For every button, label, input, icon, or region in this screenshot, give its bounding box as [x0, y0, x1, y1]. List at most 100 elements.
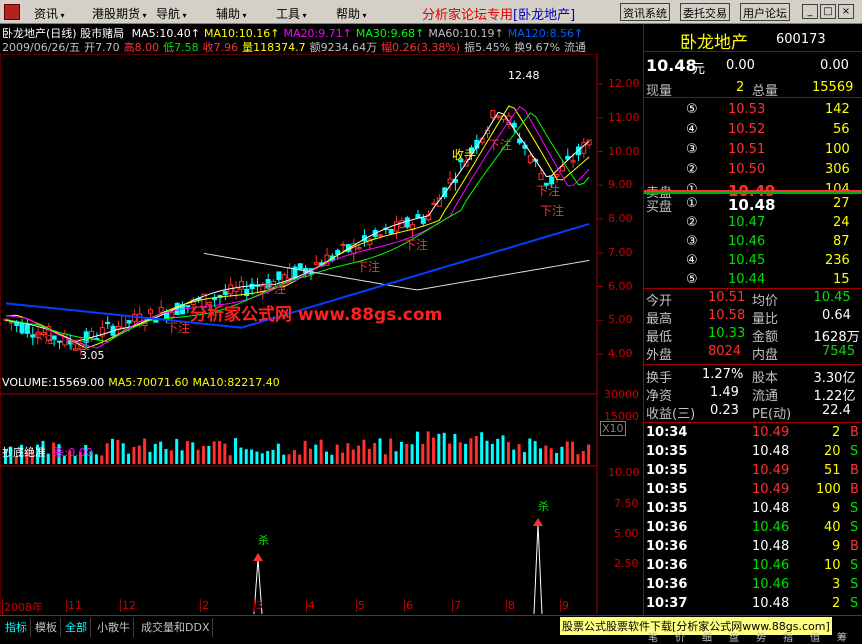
bottom-small-tab[interactable]: 势: [756, 629, 766, 644]
volume-bar: [517, 444, 521, 464]
volume-bar: [341, 452, 345, 464]
volume-bar: [506, 441, 510, 464]
kline-svg: [0, 54, 603, 614]
menu-navigate[interactable]: 导航: [156, 5, 187, 22]
menu-assist[interactable]: 辅助: [216, 5, 247, 22]
volume-bar: [415, 431, 419, 464]
forum-button[interactable]: 用户论坛: [740, 3, 790, 21]
time-axis-label: 9: [560, 599, 569, 612]
bid-level: ④: [686, 253, 698, 268]
tick-volume: 9: [832, 539, 841, 554]
tick-price: 10.49: [752, 482, 790, 497]
volume-bar: [191, 442, 195, 464]
bottom-small-tab[interactable]: 盘: [729, 629, 739, 644]
menu-news[interactable]: 资讯: [34, 5, 65, 22]
volume-bar: [485, 440, 489, 464]
bottom-small-tab[interactable]: 筹: [837, 629, 847, 644]
stat-value: 10.58: [708, 308, 746, 323]
bid-level: ③: [686, 234, 698, 249]
stock-code: 600173: [776, 32, 826, 47]
tab-template[interactable]: 模板: [32, 618, 61, 637]
price-unit: 元: [692, 62, 706, 77]
candle-body: [570, 160, 576, 163]
volume-bar: [480, 432, 484, 464]
candle-body: [554, 173, 560, 177]
volume-bar: [330, 454, 334, 464]
candle-body: [394, 221, 400, 232]
panel-divider: [644, 422, 862, 423]
trade-button[interactable]: 委托交易: [680, 3, 730, 21]
bottom-small-tab[interactable]: 细: [702, 629, 712, 644]
volume-bar: [153, 443, 157, 464]
menu-help[interactable]: 帮助: [336, 5, 367, 22]
volume-bar: [159, 441, 163, 464]
tab-small-bull[interactable]: 小散牛: [94, 618, 134, 637]
tick-row: 10:36 10.48 9 B: [644, 539, 862, 557]
tab-all[interactable]: 全部: [62, 618, 91, 637]
volume-bar: [169, 450, 173, 464]
ask-price: 10.50: [728, 162, 766, 177]
ask-row: ③ 10.51 100: [644, 142, 862, 160]
signal-label: 下注: [166, 321, 191, 335]
volume-bar: [458, 442, 462, 464]
tick-row: 10:35 10.49 100 B: [644, 482, 862, 500]
stat-value: 1.49: [710, 385, 739, 400]
stat2-row: 收益(三) 0.23 PE(动) 22.4: [644, 403, 862, 422]
volume-bar: [560, 446, 564, 464]
volume-bar: [367, 448, 371, 464]
volume-bar: [528, 438, 532, 464]
candle-body: [276, 271, 282, 280]
price-change-pct: 0.00: [820, 58, 849, 73]
volume-bar: [132, 446, 136, 464]
tick-time: 10:35: [646, 482, 688, 497]
bottom-small-tab[interactable]: 价: [675, 629, 685, 644]
menu-tools[interactable]: 工具: [276, 5, 307, 22]
tick-side: B: [850, 425, 859, 440]
volume-bar: [234, 438, 238, 464]
price-change: 0.00: [726, 58, 755, 73]
stat-label: 内盘: [752, 348, 779, 363]
candle-body: [24, 324, 30, 334]
time-axis-label: 11: [66, 599, 82, 612]
info-system-button[interactable]: 资讯系统: [620, 3, 670, 21]
minimize-icon[interactable]: _: [802, 4, 818, 19]
tick-row: 10:35 10.48 20 S: [644, 444, 862, 462]
volume-bar: [196, 449, 200, 464]
app-icon[interactable]: [4, 4, 20, 20]
bottom-small-tab[interactable]: 笔: [648, 629, 658, 644]
tab-indicator[interactable]: 指标: [2, 618, 31, 637]
time-axis-label: 4: [306, 599, 315, 612]
indicator-axis-label: 2.50: [614, 557, 639, 570]
volume-bar: [421, 443, 425, 464]
stat-label: 今开: [646, 294, 673, 309]
tick-volume: 20: [824, 444, 841, 459]
forum-title: 分析家论坛专用[卧龙地产]: [422, 8, 576, 23]
time-axis: 2008年 11 12 2 3 4 5 6 7 8 9: [0, 599, 597, 615]
bid-volume: 24: [833, 215, 850, 230]
tick-price: 10.46: [752, 577, 790, 592]
stat-label: 金额: [752, 330, 779, 345]
chart-area[interactable]: 卧龙地产(日线) 股市赌局 MA5:10.40↑ MA10:10.16↑ MA20:…: [0, 24, 642, 616]
volume-bar: [399, 441, 403, 464]
menu-hk-futures[interactable]: 港股期货: [92, 5, 147, 22]
candle-body: [121, 315, 127, 329]
quote-circ: 流通: [564, 41, 587, 54]
candle-body: [249, 283, 255, 290]
candle-body: [287, 267, 293, 279]
volume-bar: [389, 438, 393, 464]
maximize-icon[interactable]: □: [820, 4, 836, 19]
volume-bar: [378, 438, 382, 464]
peak-label: 12.48: [508, 69, 540, 82]
stat-value: 1.22亿: [813, 389, 856, 404]
close-icon[interactable]: ×: [838, 4, 854, 19]
bottom-small-tab[interactable]: 指: [783, 629, 793, 644]
quote-amplitude: 振5.45%: [464, 41, 511, 54]
ask-level: ⑤: [686, 102, 698, 117]
tab-volume-ddx[interactable]: 成交量和DDX: [138, 618, 214, 637]
bid-price: 10.45: [728, 253, 766, 268]
candle-body: [169, 311, 175, 318]
stat2-row: 换手 1.27% 股本 3.30亿: [644, 367, 862, 386]
volume-bar: [512, 449, 516, 464]
time-axis-label: 8: [506, 599, 515, 612]
bottom-small-tab[interactable]: 值: [810, 629, 820, 644]
